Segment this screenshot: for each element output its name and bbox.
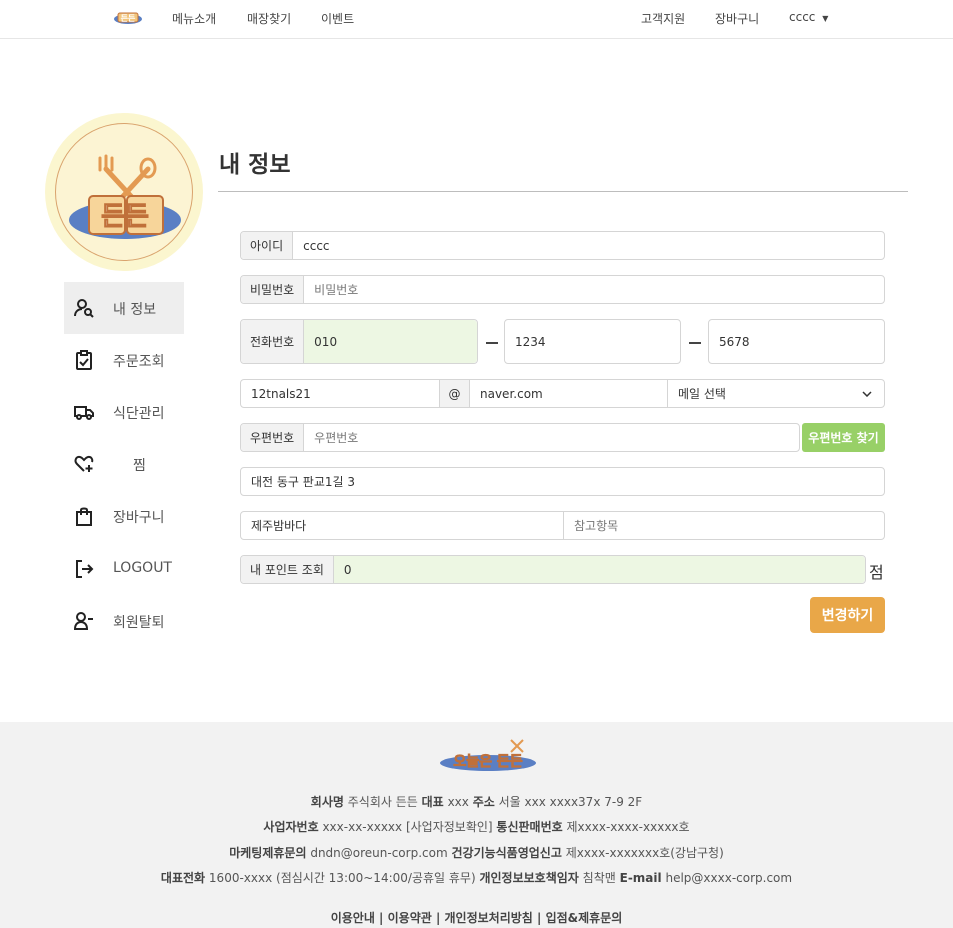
profile-avatar: 든든: [45, 113, 203, 271]
email-select-value: 메일 선택: [678, 387, 726, 401]
email-group: 12tnals21 @ naver.com 메일 선택: [240, 379, 885, 408]
nav-support[interactable]: 고객지원: [641, 10, 685, 27]
sidebar-item-label: 주문조회: [113, 354, 165, 370]
svg-text:든든: 든든: [121, 14, 136, 23]
phone-label: 전화번호: [241, 320, 305, 363]
sidebar-item-label: 찜: [133, 458, 146, 474]
zip-label: 우편번호: [241, 424, 305, 451]
phone-input-1[interactable]: 010: [304, 320, 477, 363]
nav-store-find[interactable]: 매장찾기: [247, 10, 291, 27]
address-field[interactable]: 대전 동구 판교1길 3: [240, 467, 885, 496]
footer-logo: 오늘은 든든: [440, 739, 536, 771]
footer-contact-line: 대표전화 1600-xxxx (점심시간 13:00~14:00/공휴일 휴무)…: [160, 871, 793, 885]
phone-input-3[interactable]: 5678: [709, 335, 760, 349]
sidebar-item-orders[interactable]: 주문조회: [64, 334, 184, 386]
zip-field[interactable]: 우편번호 우편번호: [240, 423, 800, 452]
chevron-down-icon: [862, 390, 872, 397]
brand-logo[interactable]: 든든: [113, 10, 143, 25]
svg-text:오늘은 든든: 오늘은 든든: [453, 754, 522, 770]
email-domain-select[interactable]: 메일 선택: [668, 380, 884, 407]
sidebar-item-diet[interactable]: 식단관리: [64, 386, 184, 438]
sidebar-item-label: 식단관리: [113, 406, 165, 422]
sidebar-item-wishlist[interactable]: 찜: [64, 438, 184, 490]
user-search-icon: [74, 299, 94, 318]
email-id-input[interactable]: 12tnals21: [241, 380, 440, 407]
sidebar-item-label: LOGOUT: [113, 560, 172, 576]
page-title: 내 정보: [219, 152, 291, 178]
title-divider: [218, 191, 908, 192]
avatar-inner: 든든: [55, 123, 193, 261]
footer-company-line: 회사명 주식회사 든든 대표 xxx 주소 서울 xxx xxxx37x 7-9…: [310, 795, 643, 809]
phone-field-2[interactable]: 1234: [504, 319, 681, 364]
clipboard-check-icon: [76, 350, 92, 370]
id-value: cccc: [303, 238, 330, 253]
phone-dash: [689, 342, 701, 344]
point-field: 내 포인트 조회 0: [240, 555, 866, 584]
user-name: cccc: [789, 10, 816, 24]
point-label: 내 포인트 조회: [241, 556, 334, 583]
user-dropdown[interactable]: cccc ▼: [789, 10, 828, 24]
save-button[interactable]: 변경하기: [810, 597, 885, 633]
address-input[interactable]: 대전 동구 판교1길 3: [241, 473, 365, 490]
sidebar-item-withdraw[interactable]: 회원탈퇴: [64, 595, 184, 647]
heart-plus-icon: [74, 455, 94, 472]
brand-emblem: 든든: [69, 154, 181, 239]
footer-business-line: 사업자번호 xxx-xx-xxxxx [사업자정보확인] 통신판매번호 제xxx…: [263, 820, 690, 834]
logout-icon: [76, 560, 94, 578]
sidebar-item-label: 내 정보: [113, 302, 157, 318]
user-minus-icon: [74, 612, 93, 630]
nav-event[interactable]: 이벤트: [321, 10, 354, 27]
phone-dash: [486, 342, 498, 344]
zip-input[interactable]: 우편번호: [304, 429, 368, 446]
email-domain-input[interactable]: naver.com: [470, 380, 668, 407]
address-ref-input[interactable]: 참고항목: [564, 517, 628, 534]
password-label: 비밀번호: [241, 276, 305, 303]
sidebar-item-label: 회원탈퇴: [113, 615, 165, 631]
svg-text:든든: 든든: [101, 202, 149, 232]
address-detail-input[interactable]: 제주밤바다: [241, 512, 564, 539]
phone-field-1[interactable]: 전화번호 010: [240, 319, 478, 364]
point-value: 0: [333, 556, 865, 583]
nav-cart[interactable]: 장바구니: [715, 10, 759, 27]
sidebar-item-cart[interactable]: 장바구니: [64, 490, 184, 542]
email-at-sign: @: [440, 380, 470, 407]
sidebar-item-label: 장바구니: [113, 510, 165, 526]
truck-icon: [74, 406, 94, 420]
footer-links[interactable]: 이용안내 | 이용약관 | 개인정보처리방침 | 입점&제휴문의: [0, 909, 953, 926]
phone-input-2[interactable]: 1234: [505, 335, 556, 349]
footer-marketing-line: 마케팅제휴문의 dndn@oreun-corp.com 건강기능식품영업신고 제…: [229, 846, 724, 860]
id-label: 아이디: [241, 232, 294, 259]
point-unit: 점: [869, 563, 884, 582]
password-field[interactable]: 비밀번호 비밀번호: [240, 275, 885, 304]
footer: 오늘은 든든 회사명 주식회사 든든 대표 xxx 주소 서울 xxx xxxx…: [0, 722, 953, 928]
sidebar-item-logout[interactable]: LOGOUT: [64, 543, 184, 595]
caret-down-icon: ▼: [822, 14, 829, 23]
address-detail-group: 제주밤바다 참고항목: [240, 511, 885, 540]
find-zip-button[interactable]: 우편번호 찾기: [802, 423, 885, 452]
id-field: 아이디 cccc: [240, 231, 885, 260]
phone-field-3[interactable]: 5678: [708, 319, 885, 364]
nav-menu-intro[interactable]: 메뉴소개: [172, 10, 216, 27]
password-input[interactable]: 비밀번호: [304, 281, 368, 298]
top-navbar: 든든 메뉴소개 매장찾기 이벤트 고객지원 장바구니 cccc ▼: [0, 0, 953, 39]
sidebar-item-my-info[interactable]: 내 정보: [64, 282, 184, 334]
shopping-bag-icon: [76, 507, 92, 526]
